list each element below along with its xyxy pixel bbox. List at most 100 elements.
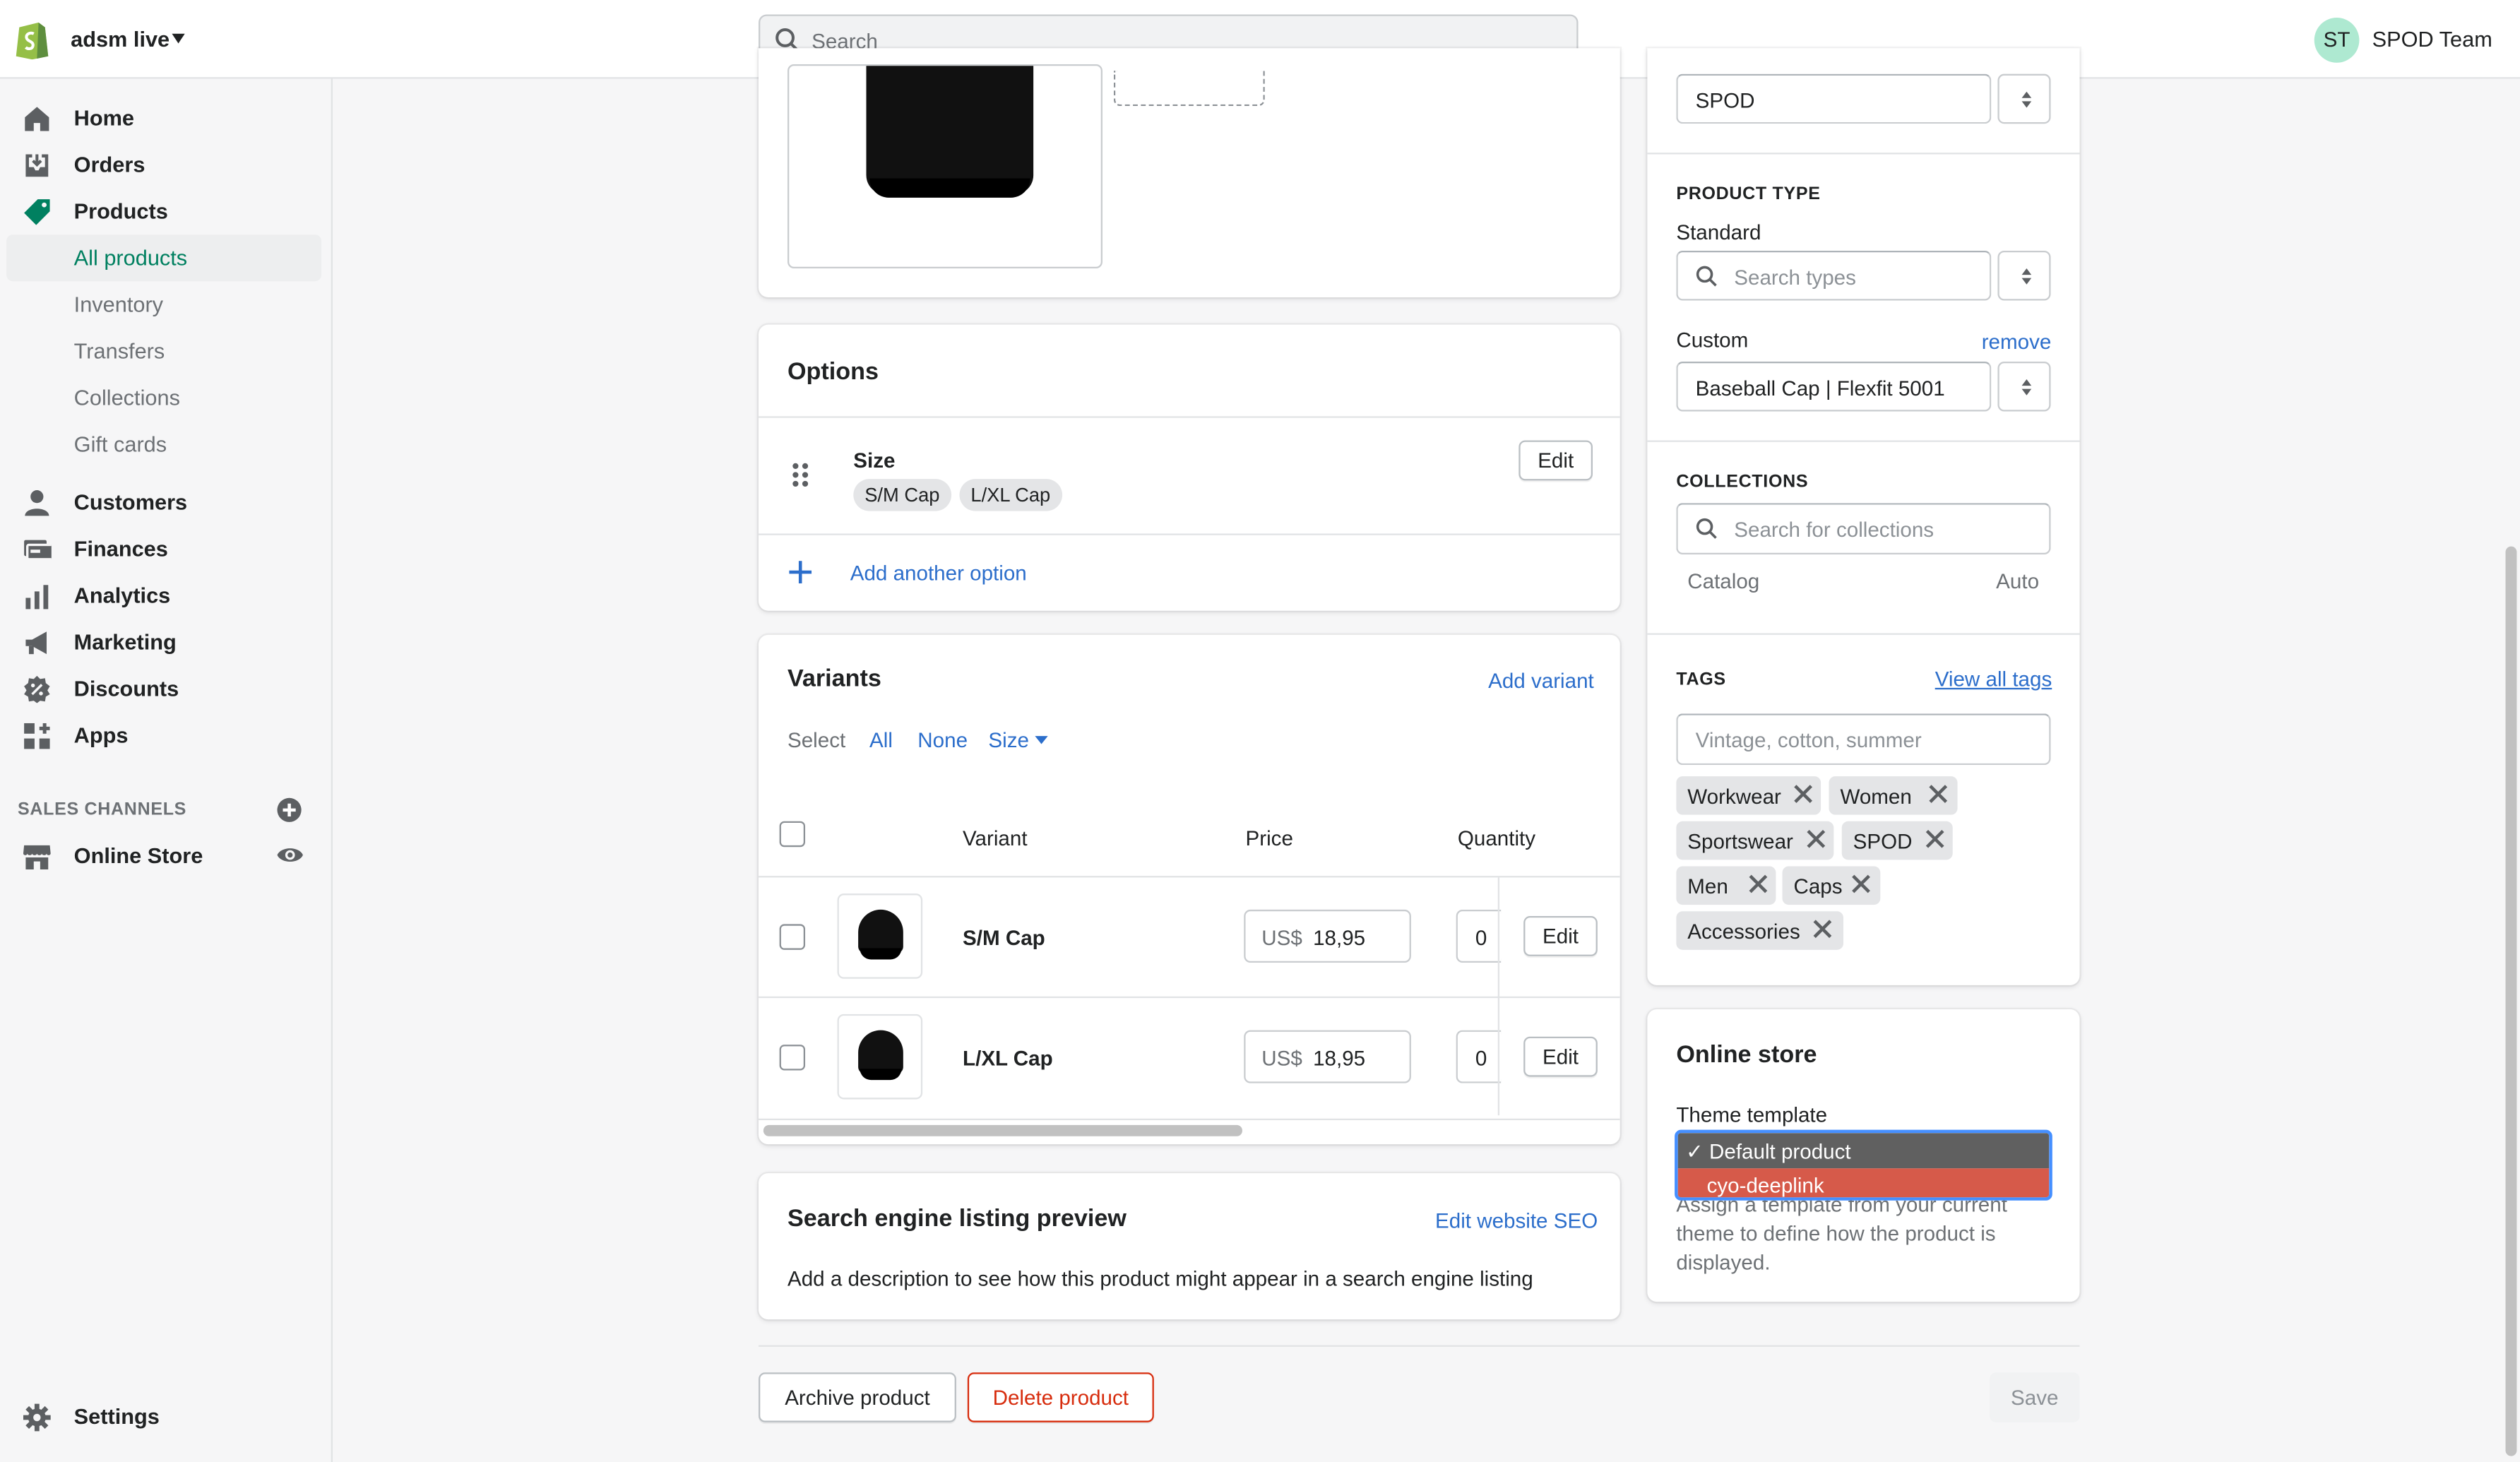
select-option-default-product[interactable]: ✓ Default product bbox=[1677, 1133, 2050, 1169]
eye-icon[interactable] bbox=[276, 844, 304, 867]
discount-icon bbox=[24, 675, 50, 703]
sidebar-item-inventory[interactable]: Inventory bbox=[0, 281, 333, 328]
vendor-select-icon[interactable] bbox=[1997, 73, 2051, 124]
vendor-input[interactable]: SPOD bbox=[1676, 73, 1992, 124]
archive-product-button[interactable]: Archive product bbox=[759, 1372, 956, 1422]
page-scrollbar[interactable] bbox=[2501, 546, 2520, 1462]
drag-handle-icon[interactable] bbox=[792, 463, 809, 487]
close-icon[interactable] bbox=[1925, 829, 1944, 848]
custom-type-input[interactable]: Baseball Cap | Flexfit 5001 bbox=[1676, 361, 1992, 412]
sidebar-item-label: Products bbox=[73, 199, 168, 224]
price-input[interactable]: US$ 18,95 bbox=[1244, 909, 1411, 963]
product-image[interactable] bbox=[787, 64, 1102, 269]
close-icon[interactable] bbox=[1807, 829, 1826, 848]
product-type-placeholder: Search types bbox=[1734, 265, 1856, 290]
sidebar-item-label: Online Store bbox=[73, 843, 203, 868]
cap-image bbox=[858, 909, 903, 960]
home-icon bbox=[25, 107, 49, 131]
variant-name: L/XL Cap bbox=[963, 1046, 1053, 1071]
tag-chip: Caps bbox=[1782, 866, 1881, 905]
product-type-select-icon[interactable] bbox=[1997, 250, 2051, 301]
table-row: L/XL Cap US$ 18,95 0 Edit bbox=[759, 998, 1620, 1117]
vendor-value: SPOD bbox=[1695, 88, 1755, 113]
sidebar-item-collections[interactable]: Collections bbox=[0, 374, 333, 421]
sidebar-item-label: Discounts bbox=[73, 676, 179, 701]
theme-template-select[interactable]: ✓ Default product cyo-deeplink bbox=[1675, 1129, 2052, 1201]
close-icon[interactable] bbox=[1851, 874, 1870, 893]
sidebar-item-orders[interactable]: Orders bbox=[0, 141, 333, 188]
price-value: 18,95 bbox=[1313, 925, 1366, 950]
sidebar-item-transfers[interactable]: Transfers bbox=[0, 328, 333, 374]
chevron-down-icon[interactable] bbox=[172, 33, 185, 44]
close-icon[interactable] bbox=[1813, 920, 1832, 939]
edit-variant-button[interactable]: Edit bbox=[1523, 916, 1598, 956]
option-label: cyo-deeplink bbox=[1706, 1173, 1824, 1198]
sidebar-item-gift-cards[interactable]: Gift cards bbox=[0, 421, 333, 468]
select-all-checkbox[interactable] bbox=[779, 821, 806, 848]
add-another-option-link[interactable]: Add another option bbox=[850, 561, 1027, 585]
close-icon[interactable] bbox=[1793, 784, 1812, 803]
sidebar-item-marketing[interactable]: Marketing bbox=[0, 619, 333, 665]
sidebar-item-all-products[interactable]: All products bbox=[6, 234, 322, 282]
plus-icon[interactable] bbox=[789, 561, 812, 584]
tags-heading: TAGS bbox=[1676, 670, 1726, 690]
save-button[interactable]: Save bbox=[1990, 1372, 2080, 1422]
shopify-logo-icon[interactable] bbox=[14, 18, 49, 60]
add-media-dropzone[interactable] bbox=[1113, 71, 1265, 107]
close-icon[interactable] bbox=[1749, 874, 1768, 893]
sidebar-item-analytics[interactable]: Analytics bbox=[0, 572, 333, 619]
product-type-search-input[interactable]: Search types bbox=[1676, 250, 1992, 301]
tag-label: SPOD bbox=[1853, 829, 1913, 854]
edit-variant-button[interactable]: Edit bbox=[1523, 1036, 1598, 1077]
sidebar-item-finances[interactable]: Finances bbox=[0, 525, 333, 572]
tags-input[interactable]: Vintage, cotton, summer bbox=[1676, 713, 2051, 766]
user-name[interactable]: SPOD Team bbox=[2372, 28, 2492, 52]
sidebar-item-apps[interactable]: Apps bbox=[0, 712, 333, 759]
sidebar-item-customers[interactable]: Customers bbox=[0, 479, 333, 525]
row-checkbox[interactable] bbox=[779, 924, 806, 950]
tags-placeholder: Vintage, cotton, summer bbox=[1695, 727, 1922, 752]
add-circle-icon[interactable] bbox=[276, 797, 302, 823]
avatar[interactable]: ST bbox=[2314, 18, 2360, 63]
tag-chip: Workwear bbox=[1676, 776, 1821, 815]
tag-chip: Women bbox=[1829, 776, 1958, 815]
sidebar-item-discounts[interactable]: Discounts bbox=[0, 665, 333, 712]
tag-chip: SPOD bbox=[1841, 821, 1953, 860]
select-label: Select bbox=[787, 727, 846, 752]
select-option-cyo-deeplink[interactable]: cyo-deeplink bbox=[1677, 1168, 2050, 1198]
sidebar-item-label: Customers bbox=[73, 490, 188, 515]
sidebar-item-label: Analytics bbox=[73, 583, 171, 608]
custom-type-value: Baseball Cap | Flexfit 5001 bbox=[1695, 376, 1945, 400]
collections-search-input[interactable]: Search for collections bbox=[1676, 503, 2051, 555]
variants-card: Variants Add variant Select All None Siz… bbox=[759, 634, 1620, 1145]
variant-thumbnail[interactable] bbox=[837, 893, 923, 979]
sidebar-item-products[interactable]: Products bbox=[0, 188, 333, 234]
table-row: S/M Cap US$ 18,95 0 Edit bbox=[759, 877, 1620, 996]
store-name[interactable]: adsm live bbox=[71, 28, 170, 52]
cap-image bbox=[866, 66, 1034, 195]
edit-website-seo-link[interactable]: Edit website SEO bbox=[1435, 1208, 1598, 1232]
variant-thumbnail[interactable] bbox=[837, 1014, 923, 1100]
row-checkbox[interactable] bbox=[779, 1045, 806, 1071]
select-none-link[interactable]: None bbox=[917, 728, 968, 752]
horizontal-scrollbar[interactable] bbox=[763, 1124, 1242, 1136]
sidebar-item-settings[interactable]: Settings bbox=[0, 1393, 333, 1440]
custom-type-select-icon[interactable] bbox=[1997, 361, 2051, 412]
sidebar-item-home[interactable]: Home bbox=[0, 95, 333, 141]
quantity-input[interactable]: 0 bbox=[1456, 1030, 1502, 1083]
option-name: Size bbox=[853, 448, 896, 473]
select-all-link[interactable]: All bbox=[869, 728, 893, 752]
price-input[interactable]: US$ 18,95 bbox=[1244, 1030, 1411, 1083]
online-store-title: Online store bbox=[1676, 1041, 1817, 1069]
add-variant-link[interactable]: Add variant bbox=[1488, 669, 1594, 693]
remove-custom-link[interactable]: remove bbox=[1982, 329, 2052, 353]
view-all-tags-link[interactable]: View all tags bbox=[1935, 667, 2052, 691]
theme-template-help: Assign a template from your current them… bbox=[1676, 1192, 2007, 1275]
close-icon[interactable] bbox=[1929, 784, 1948, 803]
edit-option-button[interactable]: Edit bbox=[1518, 440, 1593, 481]
select-size-dropdown[interactable]: Size bbox=[988, 728, 1029, 752]
caret-down-icon[interactable] bbox=[1035, 736, 1048, 744]
delete-product-button[interactable]: Delete product bbox=[967, 1372, 1154, 1422]
quantity-value: 0 bbox=[1475, 1046, 1487, 1071]
quantity-input[interactable]: 0 bbox=[1456, 909, 1502, 963]
